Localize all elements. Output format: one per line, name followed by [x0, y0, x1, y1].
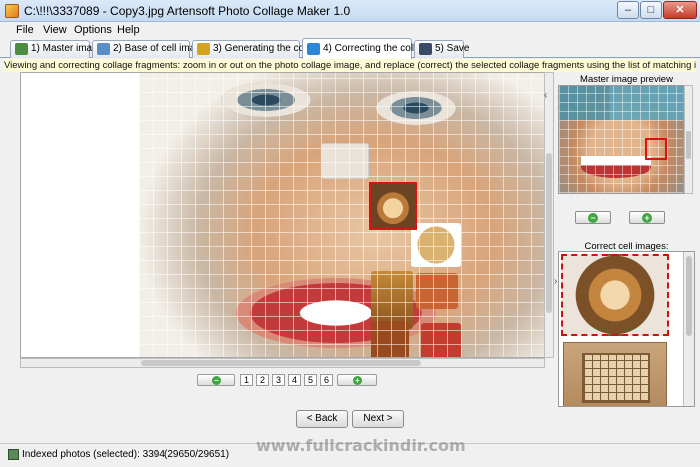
folder-images-icon — [97, 43, 110, 55]
scroll-thumb[interactable] — [546, 153, 552, 313]
close-button[interactable]: ✕ — [663, 1, 697, 19]
image-icon — [15, 43, 28, 55]
tab-master-image[interactable]: 1) Master image — [10, 40, 103, 58]
collage-horizontal-scrollbar[interactable] — [20, 358, 545, 368]
master-image-preview[interactable] — [558, 85, 684, 194]
minus-icon: − — [212, 376, 221, 385]
instruction-text: Viewing and correcting collage fragments… — [4, 59, 696, 72]
progress-status: (29650/29651) — [164, 449, 230, 460]
scroll-right-arrow-icon[interactable]: › — [554, 276, 557, 287]
minus-icon: − — [588, 213, 598, 223]
page-2-button[interactable]: 2 — [256, 374, 269, 386]
correct-cell-images-list[interactable] — [558, 251, 695, 407]
cube-icon — [307, 43, 320, 55]
preview-zoom-out-button[interactable]: − — [575, 211, 611, 224]
app-icon — [5, 4, 19, 18]
page-1-button[interactable]: 1 — [240, 374, 253, 386]
cell-image-option[interactable] — [561, 254, 669, 336]
title-bar: C:\!!!\3337089 - Copy3.jpg Artensoft Pho… — [0, 0, 700, 22]
preview-zoom-in-button[interactable]: + — [629, 211, 665, 224]
menu-help[interactable]: Help — [117, 24, 140, 36]
next-button[interactable]: Next > — [352, 410, 404, 428]
menu-options[interactable]: Options — [74, 24, 112, 36]
collage-vertical-scrollbar[interactable] — [544, 72, 554, 358]
preview-scrollbar[interactable] — [684, 85, 693, 194]
page-5-button[interactable]: 5 — [304, 374, 317, 386]
tab-save[interactable]: 5) Save — [414, 40, 469, 58]
back-button[interactable]: < Back — [296, 410, 348, 428]
zoom-out-button[interactable]: − — [197, 374, 235, 386]
magic-wand-icon — [197, 43, 210, 55]
plus-icon: + — [353, 376, 362, 385]
menu-file[interactable]: File — [16, 24, 34, 36]
preview-selection-box[interactable] — [645, 138, 667, 160]
collage-grid — [139, 73, 544, 357]
indexed-photos-status: Indexed photos (selected): 3394 — [22, 449, 165, 460]
tab-base-of-cell-images[interactable]: 2) Base of cell images — [92, 40, 211, 58]
zoom-in-button[interactable]: + — [337, 374, 377, 386]
cell-images-scrollbar[interactable] — [683, 252, 694, 406]
minimize-button[interactable]: – — [617, 1, 639, 19]
maximize-button[interactable]: □ — [640, 1, 662, 19]
scroll-thumb[interactable] — [141, 360, 421, 366]
scroll-thumb[interactable] — [686, 131, 691, 159]
plus-icon: + — [642, 213, 652, 223]
photos-icon — [8, 449, 19, 460]
tab-correcting-the-collage[interactable]: 4) Correcting the collage — [302, 38, 432, 59]
watermark: www.fullcrackindir.com — [256, 436, 466, 455]
spinner-icon: ⁘ — [152, 449, 162, 461]
tab-label: 5) Save — [435, 43, 470, 54]
page-6-button[interactable]: 6 — [320, 374, 333, 386]
page-4-button[interactable]: 4 — [288, 374, 301, 386]
collage-view[interactable] — [20, 72, 545, 358]
master-image-preview-label: Master image preview — [580, 74, 673, 85]
step-tabs: 1) Master image 2) Base of cell images 3… — [0, 38, 700, 59]
floppy-disk-icon — [419, 43, 432, 55]
selected-fragment[interactable] — [369, 182, 417, 230]
tab-generating-the-collage[interactable]: 3) Generating the collage — [192, 40, 325, 58]
page-3-button[interactable]: 3 — [272, 374, 285, 386]
cell-image-option[interactable] — [563, 342, 667, 406]
menu-view[interactable]: View — [43, 24, 67, 36]
scroll-thumb[interactable] — [686, 256, 692, 336]
scroll-up-arrow-icon[interactable]: ‹ — [544, 90, 547, 101]
window-title: C:\!!!\3337089 - Copy3.jpg Artensoft Pho… — [24, 4, 351, 18]
board-game-image — [582, 353, 650, 403]
